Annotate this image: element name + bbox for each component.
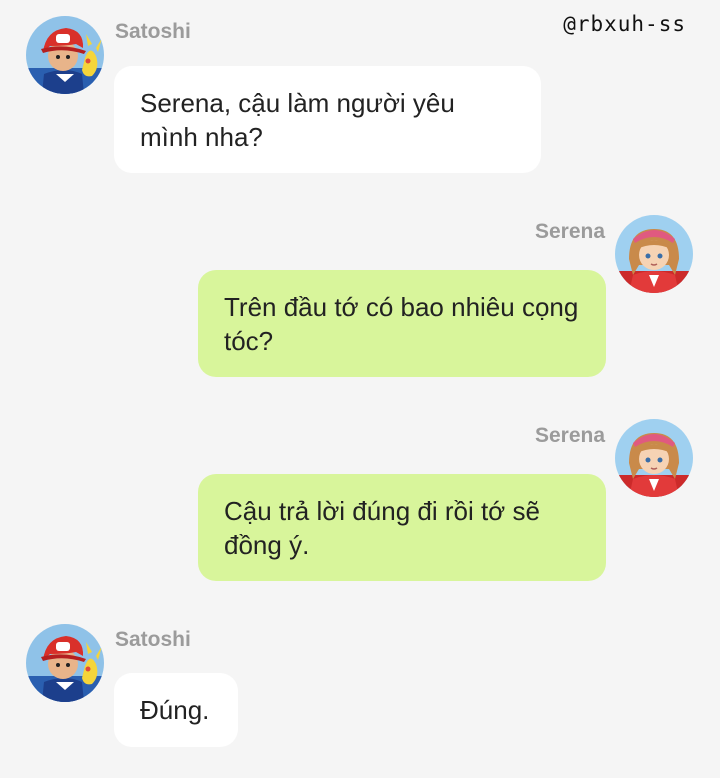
satoshi-avatar-icon[interactable] xyxy=(26,624,104,702)
sender-name: Serena xyxy=(535,220,606,243)
serena-avatar-icon[interactable] xyxy=(615,215,693,293)
message-bubble[interactable]: Serena, cậu làm người yêu mình nha? xyxy=(114,66,541,173)
message-bubble[interactable]: Đúng. xyxy=(114,673,238,747)
sender-name: Satoshi xyxy=(115,628,191,651)
watermark: @rbxuh-ss xyxy=(563,12,686,36)
sender-name: Satoshi xyxy=(115,20,191,43)
satoshi-avatar-icon[interactable] xyxy=(26,16,104,94)
message-bubble[interactable]: Cậu trả lời đúng đi rồi tớ sẽ đồng ý. xyxy=(198,474,606,581)
message-bubble[interactable]: Trên đầu tớ có bao nhiêu cọng tóc? xyxy=(198,270,606,377)
sender-name: Serena xyxy=(535,424,606,447)
serena-avatar-icon[interactable] xyxy=(615,419,693,497)
